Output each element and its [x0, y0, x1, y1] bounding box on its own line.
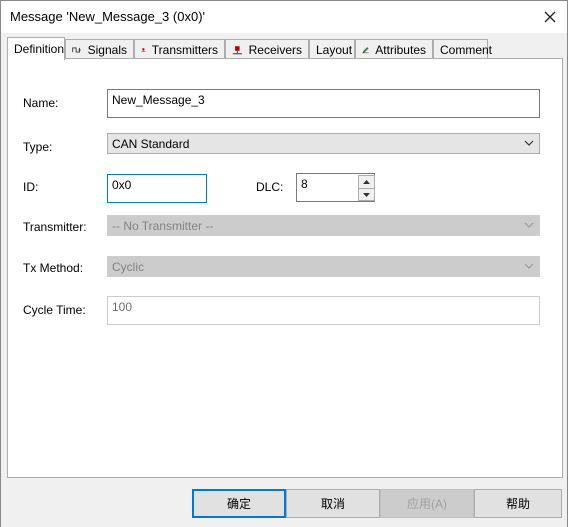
tab-definition[interactable]: Definition — [7, 37, 65, 60]
tab-transmitters-label: Transmitters — [151, 42, 218, 57]
dlc-decrement-button[interactable] — [358, 188, 375, 201]
cycle-time-field: 100 — [107, 296, 540, 325]
name-label: Name: — [23, 96, 59, 110]
title-bar: Message 'New_Message_3 (0x0)' — [1, 1, 567, 33]
tab-transmitters[interactable]: Transmitters — [134, 39, 225, 59]
transmitter-icon — [141, 47, 146, 52]
close-icon — [544, 11, 556, 23]
tab-definition-label: Definition — [14, 42, 65, 56]
tx-method-label: Tx Method: — [23, 261, 84, 275]
transmitter-label: Transmitter: — [23, 220, 87, 234]
tab-layout-label: Layout — [316, 42, 353, 57]
button-bar: 确定 取消 应用(A) 帮助 — [1, 479, 567, 527]
dlc-value: 8 — [301, 177, 308, 191]
tab-comment[interactable]: Comment — [433, 39, 492, 59]
chevron-down-icon — [524, 222, 534, 228]
message-dialog: Message 'New_Message_3 (0x0)' Definition… — [0, 0, 568, 527]
chevron-down-icon — [363, 193, 370, 197]
apply-button: 应用(A) — [380, 489, 474, 518]
chevron-down-icon — [524, 140, 534, 146]
id-label: ID: — [23, 180, 39, 194]
transmitter-select-value: -- No Transmitter -- — [112, 219, 214, 233]
type-select-value: CAN Standard — [112, 137, 190, 151]
pencil-icon — [362, 46, 369, 53]
type-label: Type: — [23, 140, 53, 154]
receiver-icon — [232, 45, 242, 54]
help-button[interactable]: 帮助 — [474, 489, 562, 518]
tab-signals-label: Signals — [87, 42, 127, 57]
tab-receivers[interactable]: Receivers — [225, 39, 309, 59]
id-field[interactable]: 0x0 — [107, 174, 207, 203]
definition-panel: Name: New_Message_3 Type: CAN Standard I… — [7, 58, 563, 478]
signals-icon — [72, 46, 81, 53]
tab-signals[interactable]: Signals — [65, 39, 134, 59]
window-title: Message 'New_Message_3 (0x0)' — [10, 9, 205, 24]
tab-receivers-label: Receivers — [248, 42, 302, 57]
transmitter-select: -- No Transmitter -- — [107, 215, 540, 236]
tab-layout[interactable]: Layout — [309, 39, 355, 59]
tab-strip: Definition Signals Transmitters Receiver… — [7, 37, 563, 60]
tab-comment-label: Comment — [440, 42, 493, 57]
name-field[interactable]: New_Message_3 — [107, 89, 540, 118]
tab-attributes-label: Attributes — [375, 42, 426, 57]
chevron-up-icon — [363, 180, 370, 184]
tx-method-select: Cyclic — [107, 256, 540, 277]
tx-method-select-value: Cyclic — [112, 260, 144, 274]
cycle-time-label: Cycle Time: — [23, 303, 86, 317]
dlc-increment-button[interactable] — [358, 175, 375, 188]
cancel-button[interactable]: 取消 — [286, 489, 380, 518]
tab-attributes[interactable]: Attributes — [355, 39, 433, 59]
close-button[interactable] — [533, 1, 567, 33]
chevron-down-icon — [524, 263, 534, 269]
type-select[interactable]: CAN Standard — [107, 133, 540, 154]
dlc-label: DLC: — [256, 180, 284, 194]
ok-button[interactable]: 确定 — [192, 489, 286, 518]
